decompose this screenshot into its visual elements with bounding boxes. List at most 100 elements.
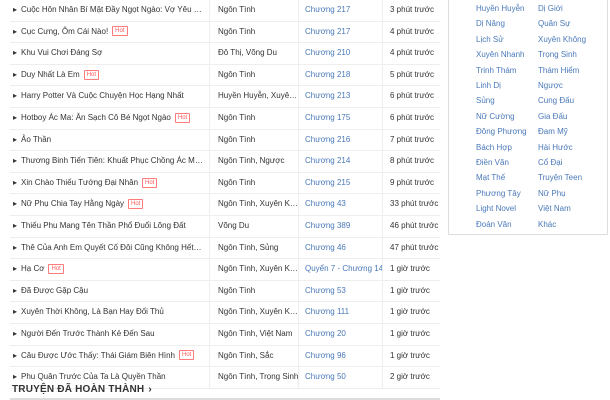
story-genre-cell: Ngôn Tình — [209, 21, 300, 43]
story-title-link[interactable]: Người Đến Trước Thành Kẻ Đến Sau — [21, 329, 155, 338]
story-update-time: 6 phút trước — [382, 86, 448, 107]
story-update-time: 1 giờ trước — [382, 302, 448, 323]
story-row: ▸ Cuộc Hôn Nhân Bí Mật Đầy Ngọt Ngào: Vợ … — [10, 0, 440, 22]
story-title-link[interactable]: Cuộc Hôn Nhân Bí Mật Đầy Ngọt Ngào: Vợ Y… — [21, 5, 205, 14]
genre-link[interactable]: Linh Dị — [476, 81, 501, 90]
story-title-cell: ▸ Người Đến Trước Thành Kẻ Đến Sau — [10, 324, 205, 345]
genre-link[interactable]: Hài Hước — [538, 143, 573, 152]
genre-link[interactable]: Nữ Cường — [476, 112, 515, 121]
story-chapter-link[interactable]: Chương 216 — [298, 129, 389, 151]
story-update-time: 47 phút trước — [382, 237, 448, 259]
story-title-link[interactable]: Duy Nhất Là Em — [21, 70, 80, 79]
genre-link[interactable]: Mạt Thế — [476, 173, 505, 182]
story-title-link[interactable]: Nữ Phụ Chia Tay Hằng Ngày — [21, 199, 124, 208]
genre-link[interactable]: Quân Sự — [538, 19, 570, 28]
story-title-link[interactable]: Ảo Thần — [21, 135, 51, 144]
story-chapter-link[interactable]: Chương 215 — [298, 172, 389, 194]
story-title-link[interactable]: Thê Của Anh Em Quyết Cố Đôi Cũng Không H… — [21, 243, 202, 252]
story-title-cell: ▸ Khu Vui Chơi Đáng Sợ — [10, 43, 205, 64]
story-genre: Ngôn Tình — [218, 112, 256, 122]
genre-link[interactable]: Nữ Phụ — [538, 189, 566, 198]
story-chapter-link[interactable]: Chương 389 — [298, 215, 389, 237]
caret-right-icon: ▸ — [13, 199, 18, 209]
hot-badge: Hot — [48, 264, 64, 275]
genre-link[interactable]: Lịch Sử — [476, 35, 504, 44]
genre-link[interactable]: Xuyên Không — [538, 35, 586, 44]
story-title-link[interactable]: Thiếu Phu Mang Tên Thần Phổ Đuổi Lõng Đấ… — [21, 221, 186, 230]
story-chapter-link[interactable]: Chương 214 — [298, 151, 389, 172]
genre-link[interactable]: Điền Văn — [476, 158, 509, 167]
story-genre-cell: Ngôn Tình — [209, 0, 300, 21]
genre-link[interactable]: Việt Nam — [538, 204, 571, 213]
genre-link[interactable]: Cổ Đại — [538, 158, 562, 167]
story-genre: Ngôn Tình — [218, 134, 256, 144]
story-chapter-link[interactable]: Chương 43 — [298, 194, 389, 215]
genre-link[interactable]: Ngược — [538, 81, 563, 90]
story-title-link[interactable]: Thương Binh Tiến Tiên: Khuất Phục Chồng … — [21, 156, 203, 165]
genre-link[interactable]: Dị Giới — [538, 4, 563, 13]
genre-link[interactable]: Trọng Sinh — [538, 50, 577, 59]
story-chapter-link[interactable]: Chương 175 — [298, 107, 389, 129]
story-title-cell: ▸ Ảo Thần — [10, 130, 205, 151]
story-title-link[interactable]: Phu Quân Trước Của Ta Là Quyền Thần — [21, 372, 166, 381]
genre-link[interactable]: Dị Năng — [476, 19, 505, 28]
story-chapter-link[interactable]: Chương 53 — [298, 280, 389, 302]
genre-link[interactable]: Khác — [538, 220, 556, 229]
story-genre-cell: Ngôn Tình, Xuyên Không — [209, 302, 300, 323]
story-chapter-link[interactable]: Chương 213 — [298, 86, 389, 107]
story-title-link[interactable]: Cục Cưng, Ôm Cái Nào! — [21, 27, 108, 36]
caret-right-icon: ▸ — [13, 264, 18, 274]
genre-link[interactable]: Gia Đấu — [538, 112, 567, 121]
story-row: ▸ Đã Được Gặp Cậu Ngôn Tình Chương 53 1 giờ … — [10, 280, 440, 303]
story-title-link[interactable]: Xin Chào Thiếu Tướng Đại Nhân — [21, 178, 138, 187]
story-chapter-link[interactable]: Chương 218 — [298, 64, 389, 86]
story-update-time: 1 giờ trước — [382, 280, 448, 302]
story-title-link[interactable]: Hạ Cơ — [21, 264, 44, 273]
story-title-cell: ▸ Duy Nhất Là Em Hot — [10, 65, 205, 86]
story-title-cell: ▸ Thê Của Anh Em Quyết Cố Đôi Cũng Không … — [10, 238, 205, 259]
story-title-link[interactable]: Xuyên Thời Không, Là Bạn Hay Đối Thủ — [21, 307, 164, 316]
story-title-link[interactable]: Hotboy Ác Ma: Ăn Sạch Cô Bé Ngọt Ngào — [21, 113, 171, 122]
story-update-time: 7 phút trước — [382, 129, 448, 151]
genre-link[interactable]: Đoản Văn — [476, 220, 512, 229]
completed-section-title[interactable]: TRUYỆN ĐÃ HOÀN THÀNH › — [12, 384, 152, 395]
story-chapter-link[interactable]: Chương 20 — [298, 323, 389, 345]
story-chapter-link[interactable]: Chương 217 — [298, 0, 389, 21]
story-genre-cell: Ngôn Tình — [209, 64, 300, 86]
story-genre: Ngôn Tình, Xuyên Không — [218, 307, 300, 317]
story-chapter-link[interactable]: Quyển 7 - Chương 14 — [298, 259, 389, 280]
story-chapter-link[interactable]: Chương 111 — [298, 302, 389, 323]
story-genre-cell: Ngôn Tình — [209, 107, 300, 129]
story-title-cell: ▸ Harry Potter Và Cuộc Chuyện Học Hạng Nh… — [10, 86, 205, 107]
story-genre: Ngôn Tình, Sắc — [218, 350, 274, 360]
story-title-link[interactable]: Khu Vui Chơi Đáng Sợ — [21, 48, 102, 57]
caret-right-icon: ▸ — [13, 242, 18, 252]
genre-link[interactable]: Xuyên Nhanh — [476, 50, 524, 59]
story-title-link[interactable]: Harry Potter Và Cuộc Chuyện Học Hạng Nhấ… — [21, 91, 184, 100]
genre-link[interactable]: Phương Tây — [476, 189, 521, 198]
hot-badge: Hot — [142, 177, 158, 188]
genre-link[interactable]: Trinh Thám — [476, 66, 516, 75]
genre-link[interactable]: Truyện Teen — [538, 173, 582, 182]
story-title-link[interactable]: Câu Được Ước Thấy: Thái Giám Biên Hình — [21, 351, 175, 360]
story-chapter-link[interactable]: Chương 50 — [298, 367, 389, 388]
genre-link[interactable]: Bách Hợp — [476, 143, 512, 152]
story-chapter-link[interactable]: Chương 46 — [298, 237, 389, 259]
story-update-time: 6 phút trước — [382, 107, 448, 129]
chevron-right-icon: › — [148, 384, 152, 395]
genre-link[interactable]: Sủng — [476, 96, 495, 105]
completed-section-label: TRUYỆN ĐÃ HOÀN THÀNH — [12, 384, 145, 395]
story-chapter-link[interactable]: Chương 217 — [298, 21, 389, 43]
genre-link[interactable]: Huyền Huyễn — [476, 4, 524, 13]
story-chapter-link[interactable]: Chương 210 — [298, 43, 389, 64]
genre-link[interactable]: Đông Phương — [476, 127, 527, 136]
genre-link[interactable]: Thám Hiểm — [538, 66, 579, 75]
hot-badge: Hot — [174, 112, 191, 123]
genre-link[interactable]: Đam Mỹ — [538, 127, 568, 136]
story-genre-cell: Đô Thị, Võng Du — [209, 43, 300, 64]
story-chapter-link[interactable]: Chương 96 — [298, 345, 389, 367]
genre-link[interactable]: Light Novel — [476, 204, 516, 213]
genre-link[interactable]: Cung Đấu — [538, 96, 574, 105]
story-title-link[interactable]: Đã Được Gặp Cậu — [21, 286, 88, 295]
caret-right-icon: ▸ — [13, 350, 18, 360]
